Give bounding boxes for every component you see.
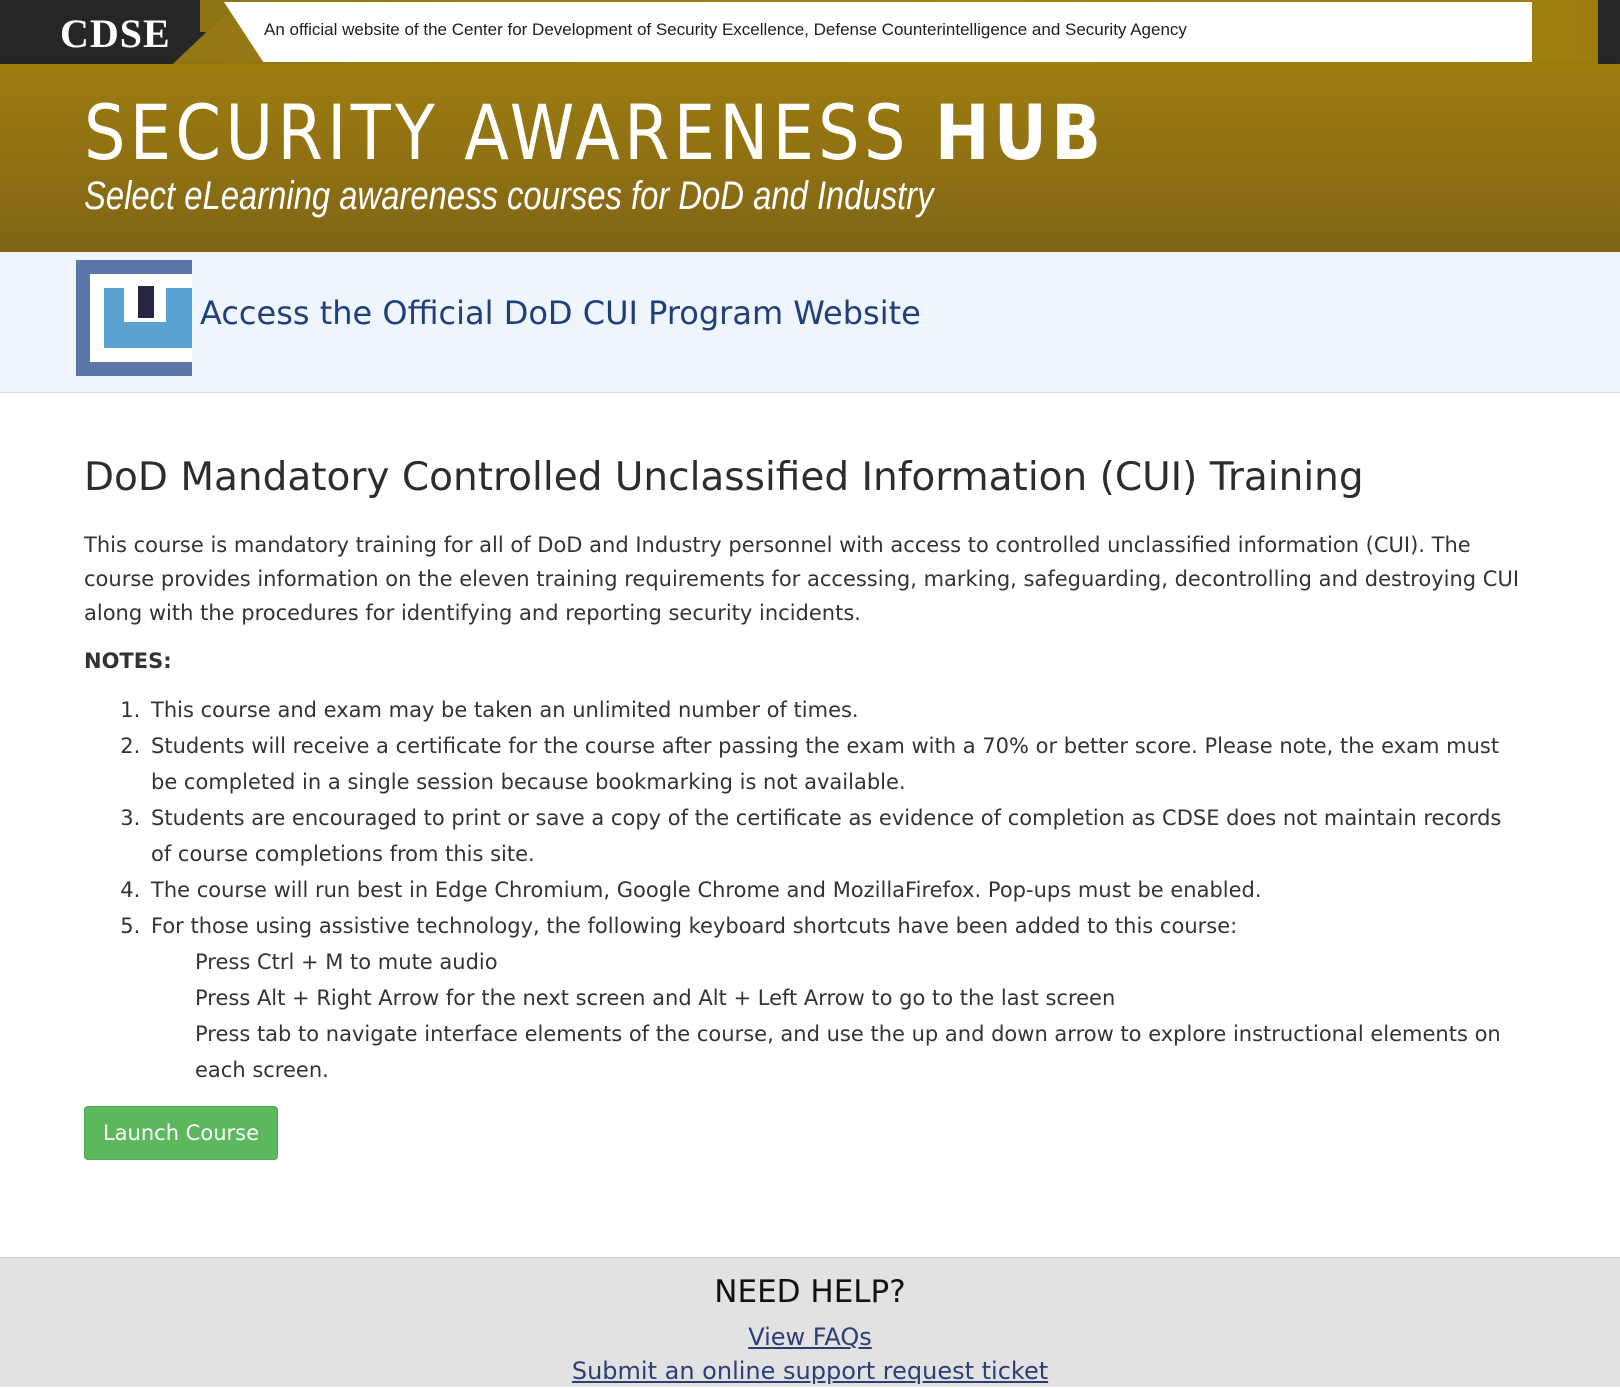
shortcut-item: Press Ctrl + M to mute audio xyxy=(195,950,498,974)
course-description: This course is mandatory training for al… xyxy=(84,533,1520,625)
cui-program-website-link[interactable]: Access the Official DoD CUI Program Webs… xyxy=(200,294,921,332)
shortcut-item: Press tab to navigate interface elements… xyxy=(195,1022,1501,1082)
note-item: For those using assistive technology, th… xyxy=(147,908,1504,1088)
cui-program-logo-icon[interactable] xyxy=(76,260,192,376)
top-bar-edge xyxy=(1598,0,1620,64)
cdse-logo[interactable]: CDSE xyxy=(60,10,171,57)
main-content: DoD Mandatory Controlled Unclassified In… xyxy=(84,450,1544,1160)
keyboard-shortcuts: Press Ctrl + M to mute audio Press Alt +… xyxy=(151,944,1504,1088)
note-item: The course will run best in Edge Chromiu… xyxy=(147,872,1504,908)
view-faqs-link[interactable]: View FAQs xyxy=(0,1320,1620,1354)
notes-heading: NOTES: xyxy=(84,649,172,673)
site-subtitle: Select eLearning awareness courses for D… xyxy=(84,174,934,218)
site-title[interactable]: SECURITY AWARENESS HUB xyxy=(84,88,1105,177)
hero-banner: SECURITY AWARENESS HUB Select eLearning … xyxy=(0,64,1620,252)
need-help-section: NEED HELP? View FAQs Submit an online su… xyxy=(0,1257,1620,1387)
note-item: Students are encouraged to print or save… xyxy=(147,800,1504,872)
cui-program-band: Access the Official DoD CUI Program Webs… xyxy=(0,252,1620,393)
launch-course-button[interactable]: Launch Course xyxy=(84,1106,278,1160)
official-website-notice: An official website of the Center for De… xyxy=(264,20,1187,39)
need-help-heading: NEED HELP? xyxy=(714,1274,906,1310)
support-ticket-link[interactable]: Submit an online support request ticket xyxy=(0,1354,1620,1388)
site-title-main: SECURITY AWARENESS xyxy=(84,88,935,177)
notes-list: This course and exam may be taken an unl… xyxy=(84,692,1504,1088)
note-item-text: For those using assistive technology, th… xyxy=(151,914,1238,938)
note-item: Students will receive a certificate for … xyxy=(147,728,1504,800)
site-title-bold: HUB xyxy=(934,88,1106,177)
shortcut-item: Press Alt + Right Arrow for the next scr… xyxy=(195,986,1116,1010)
agency-top-bar: CDSE An official website of the Center f… xyxy=(0,0,1620,64)
page-title: DoD Mandatory Controlled Unclassified In… xyxy=(84,455,1364,500)
note-item: This course and exam may be taken an unl… xyxy=(147,692,1504,728)
